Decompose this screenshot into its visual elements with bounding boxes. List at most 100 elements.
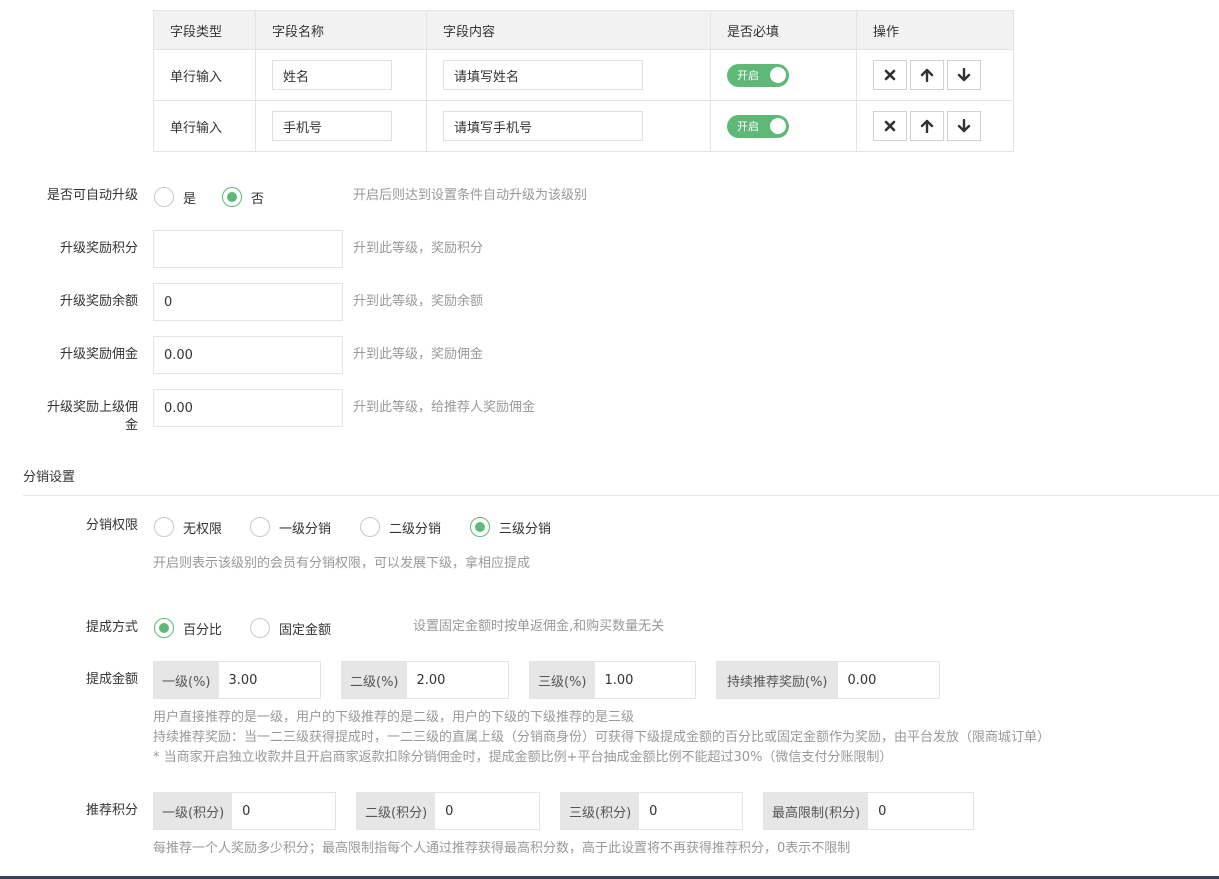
table-row: 单行输入 开启 xyxy=(153,100,1014,152)
header-field-name: 字段名称 xyxy=(255,10,427,50)
distribution-permission-label: 分销权限 xyxy=(85,518,138,533)
commission-note: * 当商家开启独立收款并且开启商家返款扣除分销佣金时，提成金额比例+平台抽成金额… xyxy=(153,750,893,765)
referral-points-hint: 每推荐一个人奖励多少积分；最高限制指每个人通过推荐获得最高积分数，高于此设置将不… xyxy=(153,841,851,856)
radio-circle xyxy=(154,517,174,537)
permission-level1-radio[interactable]: 一级分销 xyxy=(250,516,331,538)
move-down-button[interactable] xyxy=(947,111,981,141)
actions-cell xyxy=(856,100,1014,152)
radio-label: 否 xyxy=(251,191,265,207)
radio-circle xyxy=(250,618,270,638)
field-content-input[interactable] xyxy=(443,60,643,90)
input-prefix: 二级(%) xyxy=(342,662,407,698)
required-switch[interactable]: 开启 xyxy=(727,114,789,138)
arrow-down-icon xyxy=(957,68,971,82)
referral-level3-group: 三级(积分) xyxy=(560,792,743,830)
permission-level3-radio[interactable]: 三级分销 xyxy=(470,516,551,538)
field-content-cell xyxy=(426,49,711,101)
input-prefix: 三级(%) xyxy=(530,662,595,698)
commission-level3-input[interactable] xyxy=(594,662,693,698)
header-required: 是否必填 xyxy=(710,10,857,50)
continuous-reward-input[interactable] xyxy=(837,662,936,698)
table-header-row: 字段类型 字段名称 字段内容 是否必填 操作 xyxy=(153,10,1014,50)
field-name-cell xyxy=(255,49,427,101)
delete-row-button[interactable] xyxy=(873,111,907,141)
header-field-type: 字段类型 xyxy=(153,10,256,50)
field-name-cell xyxy=(255,100,427,152)
delete-row-button[interactable] xyxy=(873,60,907,90)
reward-parent-commission-hint: 升到此等级，给推荐人奖励佣金 xyxy=(353,400,536,415)
commission-level3-group: 三级(%) xyxy=(529,661,696,699)
reward-commission-input[interactable] xyxy=(153,336,343,374)
commission-percent-radio[interactable]: 百分比 xyxy=(154,617,222,639)
permission-none-radio[interactable]: 无权限 xyxy=(154,516,222,538)
switch-knob xyxy=(770,67,786,83)
move-up-button[interactable] xyxy=(910,60,944,90)
referral-level2-group: 二级(积分) xyxy=(356,792,540,830)
commission-level1-input[interactable] xyxy=(218,662,317,698)
field-content-cell xyxy=(426,100,711,152)
referral-level1-input[interactable] xyxy=(232,793,331,829)
radio-label: 二级分销 xyxy=(389,521,442,537)
reward-commission-hint: 升到此等级，奖励佣金 xyxy=(353,347,484,362)
commission-mode-label: 提成方式 xyxy=(85,620,138,635)
continuous-reward-group: 持续推荐奖励(%) xyxy=(716,661,940,699)
radio-circle xyxy=(250,517,270,537)
field-name-input[interactable] xyxy=(272,111,392,141)
radio-label: 固定金额 xyxy=(279,622,332,638)
auto-upgrade-yes-radio[interactable]: 是 xyxy=(154,186,196,208)
input-prefix: 一级(%) xyxy=(154,662,219,698)
label-line: 金 xyxy=(124,418,138,433)
referral-level1-group: 一级(积分) xyxy=(153,792,336,830)
radio-label: 无权限 xyxy=(183,521,223,537)
reward-points-label: 升级奖励积分 xyxy=(59,241,138,256)
reward-parent-commission-input[interactable] xyxy=(153,389,343,427)
reward-balance-input[interactable] xyxy=(153,283,343,321)
commission-level2-group: 二级(%) xyxy=(341,661,509,699)
commission-amount-label: 提成金额 xyxy=(85,672,138,687)
section-divider xyxy=(23,495,1219,496)
referral-level2-input[interactable] xyxy=(435,793,534,829)
custom-fields-table: 字段类型 字段名称 字段内容 是否必填 操作 单行输入 开启 单行输入 开启 xyxy=(153,10,1014,152)
actions-cell xyxy=(856,49,1014,101)
switch-label: 开启 xyxy=(737,69,759,82)
reward-balance-hint: 升到此等级，奖励余额 xyxy=(353,294,484,309)
reward-points-input[interactable] xyxy=(153,230,343,268)
commission-mode-hint: 设置固定金额时按单返佣金,和购买数量无关 xyxy=(413,619,665,634)
radio-label: 是 xyxy=(183,191,197,207)
header-actions: 操作 xyxy=(856,10,1014,50)
referral-max-group: 最高限制(积分) xyxy=(763,792,974,830)
commission-level2-input[interactable] xyxy=(406,662,505,698)
move-down-button[interactable] xyxy=(947,60,981,90)
radio-circle xyxy=(154,618,174,638)
permission-hint: 开启则表示该级别的会员有分销权限，可以发展下级，拿相应提成 xyxy=(153,556,531,571)
field-type-cell: 单行输入 xyxy=(153,49,256,101)
input-prefix: 三级(积分) xyxy=(561,793,640,829)
field-content-input[interactable] xyxy=(443,111,643,141)
radio-circle xyxy=(222,187,242,207)
field-name-input[interactable] xyxy=(272,60,392,90)
radio-circle xyxy=(154,187,174,207)
radio-label: 百分比 xyxy=(183,622,223,638)
required-switch[interactable]: 开启 xyxy=(727,63,789,87)
permission-level2-radio[interactable]: 二级分销 xyxy=(360,516,441,538)
field-type-cell: 单行输入 xyxy=(153,100,256,152)
commission-fixed-radio[interactable]: 固定金额 xyxy=(250,617,331,639)
reward-commission-label: 升级奖励佣金 xyxy=(59,347,138,362)
reward-balance-label: 升级奖励余额 xyxy=(59,294,138,309)
arrow-down-icon xyxy=(957,119,971,133)
table-row: 单行输入 开启 xyxy=(153,49,1014,101)
commission-level1-group: 一级(%) xyxy=(153,661,321,699)
referral-level3-input[interactable] xyxy=(639,793,738,829)
referral-max-input[interactable] xyxy=(868,793,967,829)
reward-parent-commission-label: 升级奖励上级佣金 xyxy=(0,399,138,435)
auto-upgrade-no-radio[interactable]: 否 xyxy=(222,186,264,208)
referral-points-label: 推荐积分 xyxy=(85,803,138,818)
radio-circle xyxy=(470,517,490,537)
commission-note: 持续推荐奖励：当一二三级获得提成时，一二三级的直属上级（分销商身份）可获得下级提… xyxy=(153,730,1051,745)
move-up-button[interactable] xyxy=(910,111,944,141)
distribution-section-title: 分销设置 xyxy=(23,470,76,485)
arrow-up-icon xyxy=(920,119,934,133)
switch-knob xyxy=(770,118,786,134)
input-prefix: 二级(积分) xyxy=(357,793,436,829)
input-prefix: 最高限制(积分) xyxy=(764,793,869,829)
